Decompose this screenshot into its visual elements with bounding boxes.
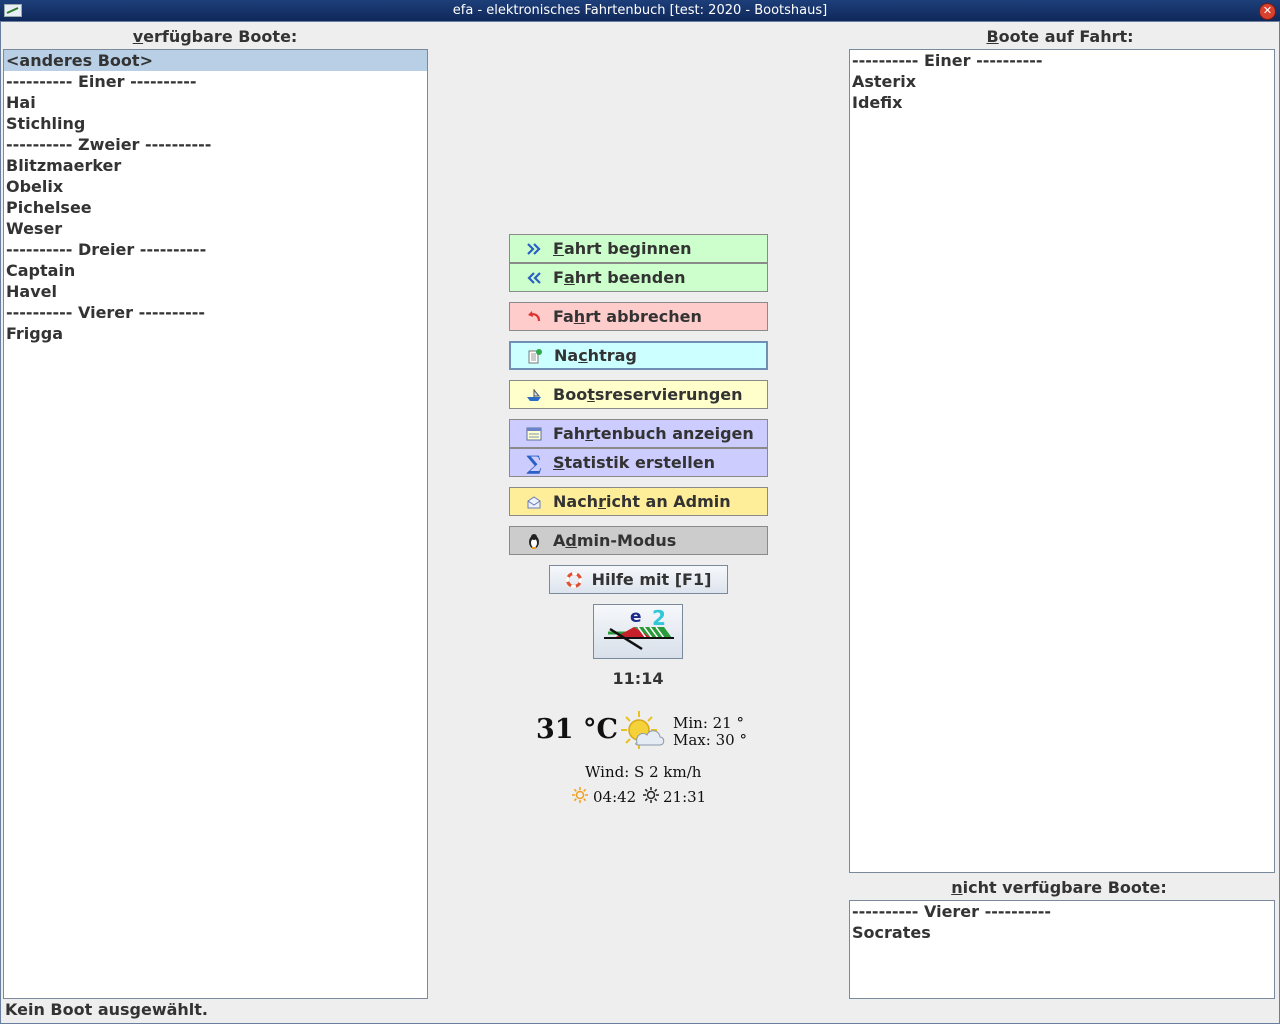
boats-on-trip-list[interactable]: ---------- Einer ---------- Asterix Idefix <box>849 49 1275 873</box>
list-group-header[interactable]: ---------- Dreier ---------- <box>4 239 427 260</box>
start-trip-button[interactable]: Fahrt beginnen <box>509 234 768 263</box>
create-statistics-button[interactable]: ∑ Statistik erstellen <box>509 448 768 477</box>
list-item[interactable]: <anderes Boot> <box>4 50 427 71</box>
sunrise-time: 04:42 <box>593 788 637 806</box>
end-trip-button[interactable]: Fa hrt beenden <box>509 263 768 292</box>
help-button[interactable]: Hilfe mit [F1] <box>549 565 728 594</box>
list-item[interactable]: Hai <box>4 92 427 113</box>
list-item[interactable]: Captain <box>4 260 427 281</box>
late-entry-button[interactable]: Na c htrag <box>509 341 768 370</box>
penguin-icon <box>525 532 543 550</box>
boats-on-trip-label: Boote auf Fahrt: <box>986 27 1134 46</box>
wind-info: Wind: S 2 km/h <box>585 763 702 781</box>
clock: 11:14 <box>612 669 664 688</box>
available-boats-label: verfügbare Boote: <box>132 27 298 46</box>
efa-logo-icon: e 2 <box>604 606 674 651</box>
list-group-header[interactable]: ---------- Vierer ---------- <box>4 302 427 323</box>
list-item[interactable]: Stichling <box>4 113 427 134</box>
lifebuoy-icon <box>565 571 582 588</box>
close-window-button[interactable]: ✕ <box>1259 3 1276 20</box>
sunrise-icon <box>572 787 588 803</box>
sigma-icon: ∑ <box>526 450 542 475</box>
status-text: Kein Boot ausgewählt. <box>5 1000 209 1019</box>
temperature-min: Min: 21 ° <box>673 714 744 732</box>
list-group-header[interactable]: ---------- Zweier ---------- <box>4 134 427 155</box>
app-icon <box>4 4 22 17</box>
title-bar: efa - elektronisches Fahrtenbuch [test: … <box>0 0 1280 21</box>
svg-text:e: e <box>630 607 642 627</box>
notepad-pin-icon <box>526 347 544 365</box>
window-title: efa - elektronisches Fahrtenbuch [test: … <box>452 3 828 18</box>
message-to-admin-button[interactable]: Nach r icht an Admin <box>509 487 768 516</box>
boat-reservations-button[interactable]: Boo t sreservierungen <box>509 380 768 409</box>
list-item[interactable]: Asterix <box>850 71 1274 92</box>
double-chevron-left-icon <box>525 269 543 287</box>
sun-cloud-icon <box>617 707 667 755</box>
list-item[interactable]: Idefix <box>850 92 1274 113</box>
sunset-time: 21:31 <box>663 788 707 806</box>
double-chevron-right-icon <box>525 240 543 258</box>
list-item[interactable]: Frigga <box>4 323 427 344</box>
unavailable-boats-list[interactable]: ---------- Vierer ---------- Socrates <box>849 900 1275 999</box>
show-logbook-button[interactable]: Fah r tenbuch anzeigen <box>509 419 768 448</box>
abort-trip-button[interactable]: Fa h rt abbrechen <box>509 302 768 331</box>
temperature-max: Max: 30 ° <box>673 731 747 749</box>
admin-mode-button[interactable]: Ad min-Modus <box>509 526 768 555</box>
available-boats-list[interactable]: <anderes Boot> ---------- Einer ---------… <box>3 49 428 999</box>
list-group-header[interactable]: ---------- Vierer ---------- <box>850 901 1274 922</box>
envelope-icon <box>525 493 543 511</box>
list-item[interactable]: Obelix <box>4 176 427 197</box>
list-item[interactable]: Pichelsee <box>4 197 427 218</box>
undo-arrow-icon <box>525 308 543 326</box>
list-item[interactable]: Havel <box>4 281 427 302</box>
list-item[interactable]: Socrates <box>850 922 1274 943</box>
list-window-icon <box>525 425 543 443</box>
unavailable-boats-label: nicht verfügbare Boote: <box>951 878 1167 897</box>
list-item[interactable]: Weser <box>4 218 427 239</box>
list-item[interactable]: Blitzmaerker <box>4 155 427 176</box>
efa-logo-button[interactable]: e 2 <box>593 604 683 659</box>
sunset-icon <box>643 787 659 803</box>
svg-text:2: 2 <box>652 606 666 630</box>
temperature: 31 °C <box>536 714 618 745</box>
list-group-header[interactable]: ---------- Einer ---------- <box>850 50 1274 71</box>
boat-icon <box>525 386 543 404</box>
list-group-header[interactable]: ---------- Einer ---------- <box>4 71 427 92</box>
